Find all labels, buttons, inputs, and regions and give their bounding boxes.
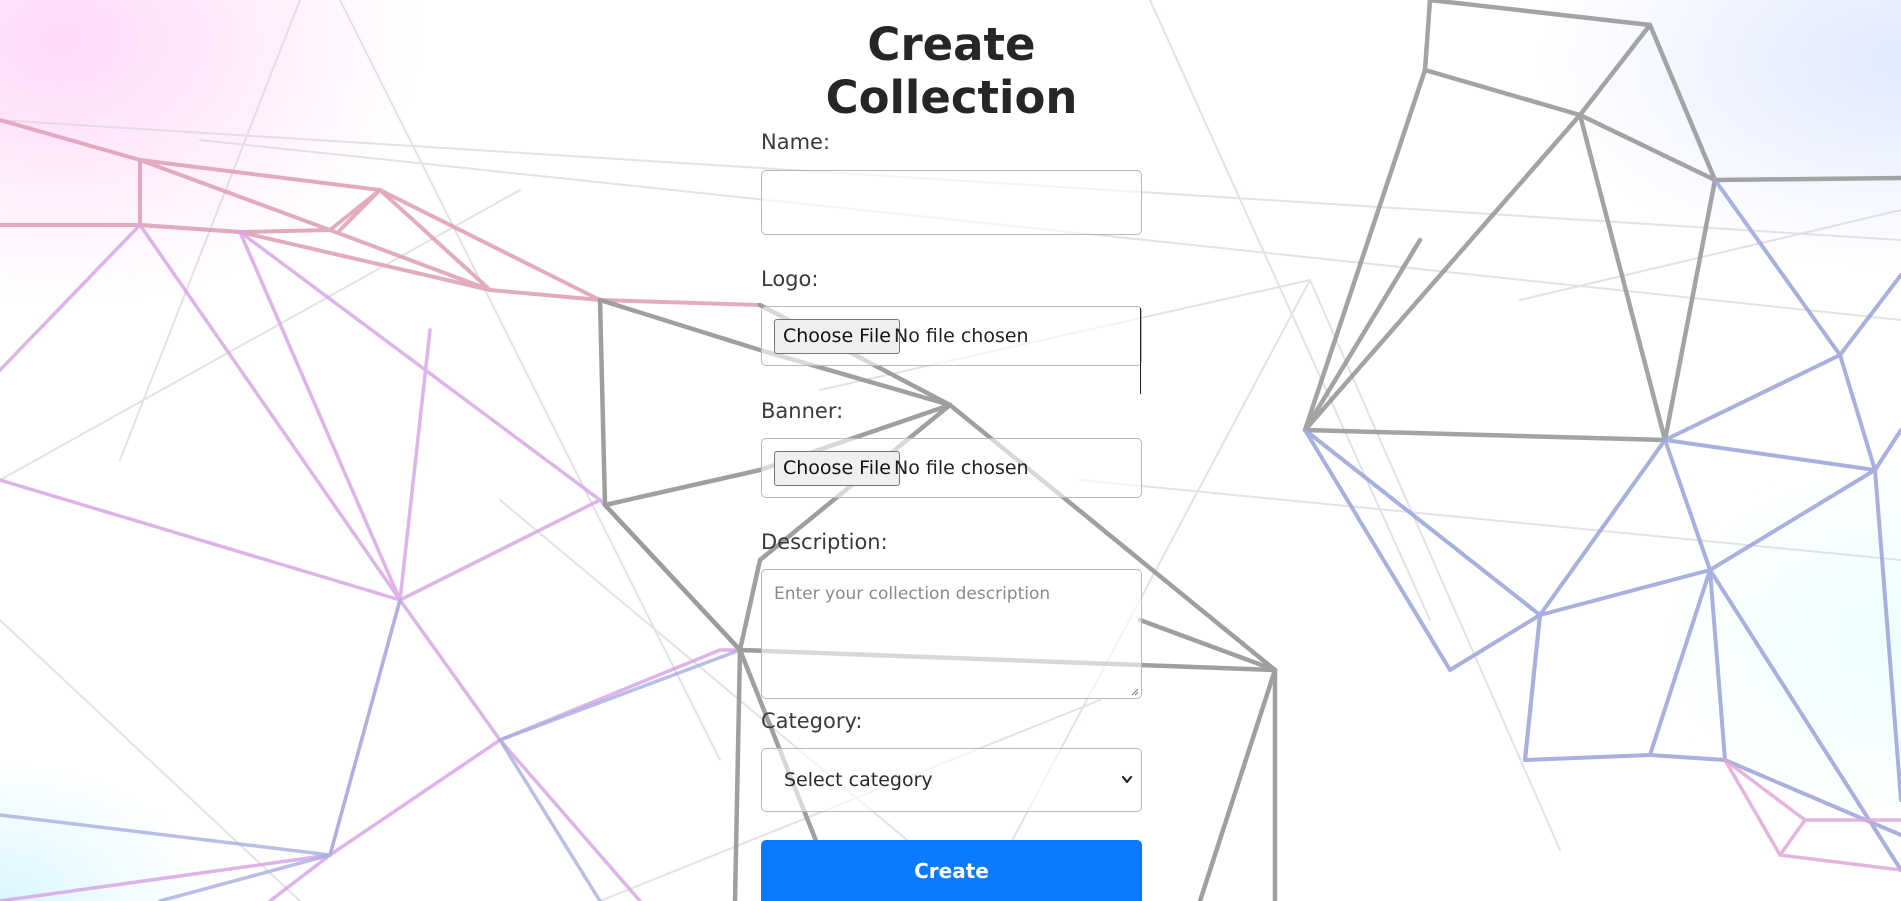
resize-handle-icon[interactable] — [1131, 688, 1139, 696]
banner-file-status: No file chosen — [894, 457, 1029, 479]
banner-choose-file-button[interactable]: Choose File — [774, 451, 900, 486]
chevron-down-icon — [1121, 775, 1133, 784]
logo-label: Logo: — [761, 267, 819, 291]
description-label: Description: — [761, 530, 888, 554]
page-title: Create Collection — [825, 18, 1078, 124]
page: Create Collection Name: Logo: Choose Fil… — [0, 0, 1901, 901]
description-textarea[interactable]: Enter your collection description — [761, 569, 1142, 699]
description-placeholder: Enter your collection description — [774, 584, 1051, 604]
name-input[interactable] — [761, 170, 1142, 235]
category-label: Category: — [761, 709, 863, 733]
logo-choose-file-button[interactable]: Choose File — [774, 319, 900, 354]
logo-file-status: No file chosen — [894, 325, 1029, 347]
create-button[interactable]: Create — [761, 840, 1142, 901]
category-selected-value: Select category — [784, 769, 933, 791]
text-cursor — [1140, 308, 1141, 394]
logo-file-input[interactable]: Choose File No file chosen — [761, 306, 1142, 366]
banner-label: Banner: — [761, 399, 844, 423]
name-label: Name: — [761, 130, 831, 154]
banner-file-input[interactable]: Choose File No file chosen — [761, 438, 1142, 498]
category-select[interactable]: Select category — [761, 748, 1142, 812]
